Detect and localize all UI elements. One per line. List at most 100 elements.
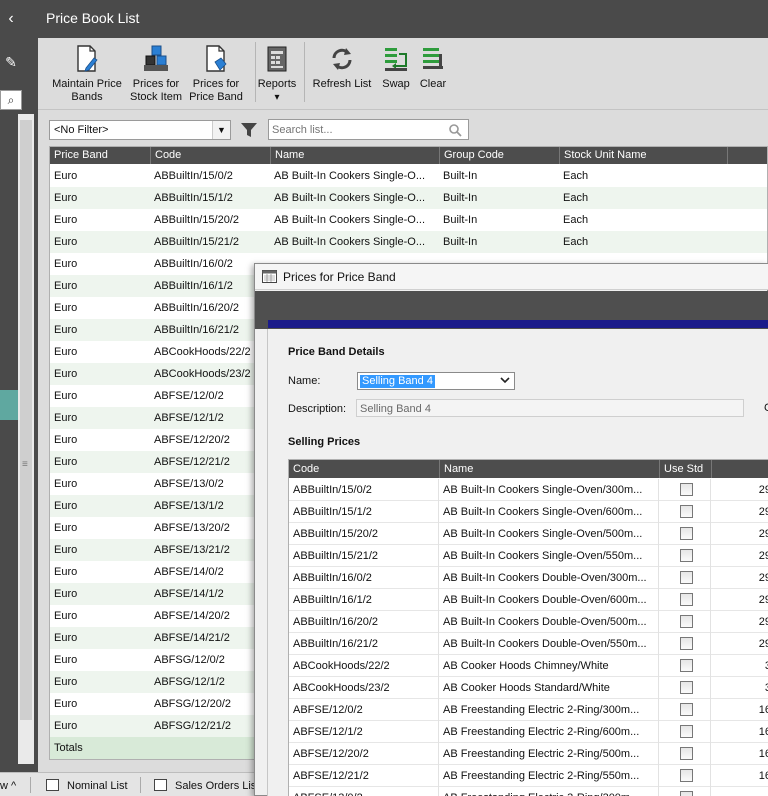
chevron-down-icon[interactable]: ▼ [212,121,230,139]
refresh-list-button[interactable]: Refresh List [310,42,374,106]
filter-funnel-icon[interactable] [240,121,258,139]
use-std-checkbox[interactable] [680,593,693,606]
price-band-cell: Euro [54,522,78,534]
table-row[interactable]: ABBuiltIn/15/21/2 AB Built-In Cookers Sin… [289,545,768,567]
code-cell: ABBuiltIn/16/1/2 [289,589,439,611]
price-cell[interactable]: 29 [711,589,768,611]
code-cell: ABFSE/12/21/2 [154,456,230,468]
price-cell[interactable]: 3 [711,677,768,699]
table-row[interactable]: ABCookHoods/22/2 AB Cooker Hoods Chimney/… [289,655,768,677]
price-cell[interactable]: 16 [711,743,768,765]
price-cell[interactable]: 29 [711,523,768,545]
pencil-icon[interactable]: ✎ [2,54,20,74]
price-cell[interactable]: 16 [711,699,768,721]
table-row[interactable]: Euro ABBuiltIn/15/20/2 AB Built-In Cookers… [50,209,767,231]
use-std-checkbox[interactable] [680,527,693,540]
filter-select[interactable]: <No Filter> ▼ [49,120,231,140]
use-std-checkbox[interactable] [680,703,693,716]
price-band-cell: Euro [54,214,78,226]
column-header-group-code[interactable]: Group Code [439,147,559,164]
table-row[interactable]: ABFSE/12/20/2 AB Freestanding Electric 2-… [289,743,768,765]
use-std-checkbox[interactable] [680,659,693,672]
rail-search-icon[interactable]: ⌕ [0,90,22,110]
price-cell[interactable]: 29 [711,611,768,633]
column-header-code[interactable]: Code [289,460,439,478]
column-header-price-band[interactable]: Price Band [50,147,150,164]
prices-for-stock-item-label: Prices for Stock Item [130,78,182,103]
price-cell[interactable]: 29 [711,501,768,523]
code-cell: ABFSE/12/1/2 [154,412,224,424]
use-std-checkbox[interactable] [680,549,693,562]
swap-button[interactable]: Swap [378,42,414,106]
code-cell: ABFSE/14/1/2 [154,588,224,600]
reports-chevron-icon[interactable]: ▾ [274,92,279,103]
taskbar-tab-sales-orders[interactable]: Sales Orders Lis [154,777,256,795]
table-row[interactable]: ABFSE/13/0/2AB Freestanding Electric 3-R… [289,787,768,796]
price-cell[interactable]: 16 [711,721,768,743]
prices-for-price-band-button[interactable]: Prices for Price Band [186,42,246,106]
table-row[interactable]: ABFSE/12/1/2 AB Freestanding Electric 2-R… [289,721,768,743]
collapse-chevron-icon[interactable]: ‹ [0,0,22,38]
description-field[interactable]: Selling Band 4 [356,399,744,417]
search-icon[interactable] [448,123,462,137]
column-header-name[interactable]: Name [439,460,659,478]
dialog-title-bar[interactable]: Prices for Price Band [255,264,768,290]
table-row[interactable]: ABBuiltIn/16/0/2 AB Built-In Cookers Doub… [289,567,768,589]
table-row[interactable]: ABBuiltIn/16/20/2 AB Built-In Cookers Dou… [289,611,768,633]
use-std-checkbox[interactable] [680,505,693,518]
chevron-down-icon[interactable] [500,375,510,385]
use-std-checkbox[interactable] [680,747,693,760]
use-std-checkbox[interactable] [680,571,693,584]
table-row[interactable]: ABBuiltIn/16/1/2 AB Built-In Cookers Doub… [289,589,768,611]
name-cell: AB Freestanding Electric 3-Ring/300m... [439,787,659,796]
dialog-accent-bar [268,320,768,328]
table-row[interactable]: Euro ABBuiltIn/15/21/2 AB Built-In Cookers… [50,231,767,253]
table-row[interactable]: ABFSE/12/21/2 AB Freestanding Electric 2-… [289,765,768,787]
use-std-checkbox[interactable] [680,615,693,628]
stock-unit-cell: Each [563,236,589,248]
name-cell: AB Built-In Cookers Double-Oven/600m... [439,589,659,611]
price-cell[interactable]: 29 [711,479,768,501]
selling-prices-grid: Code Name Use Std ABBuiltIn/15/0/2 AB Bui… [288,459,768,796]
taskbar-tab-partial[interactable]: w ^ [0,777,16,795]
title-bar: Price Book List [38,0,768,38]
table-row[interactable]: Euro ABBuiltIn/15/0/2 AB Built-In Cookers … [50,165,767,187]
use-std-checkbox[interactable] [680,769,693,782]
name-cell: AB Built-In Cookers Single-Oven/500m... [439,523,659,545]
use-std-checkbox[interactable] [680,681,693,694]
search-box[interactable] [268,119,469,140]
search-input[interactable] [272,122,442,137]
table-row[interactable]: Euro ABBuiltIn/15/1/2 AB Built-In Cookers … [50,187,767,209]
price-band-name-select[interactable]: Selling Band 4 [357,372,515,390]
table-row[interactable]: ABFSE/12/0/2 AB Freestanding Electric 2-R… [289,699,768,721]
table-row[interactable]: ABBuiltIn/15/0/2 AB Built-In Cookers Sing… [289,479,768,501]
clear-button[interactable]: Clear [416,42,450,106]
maintain-price-bands-button[interactable]: Maintain Price Bands [52,42,122,106]
column-header-stock-unit-name[interactable]: Stock Unit Name [559,147,727,164]
table-row[interactable]: ABCookHoods/23/2 AB Cooker Hoods Standard… [289,677,768,699]
rail-scroll-thumb[interactable] [20,120,32,720]
price-cell[interactable]: 3 [711,655,768,677]
price-cell[interactable]: 29 [711,633,768,655]
use-std-checkbox[interactable] [680,483,693,496]
column-header-code[interactable]: Code [150,147,270,164]
price-cell[interactable] [711,787,768,796]
price-cell[interactable]: 29 [711,567,768,589]
table-row[interactable]: ABBuiltIn/15/1/2 AB Built-In Cookers Sing… [289,501,768,523]
rail-scrollbar[interactable]: ≡ [18,114,34,764]
price-cell[interactable]: 16 [711,765,768,787]
column-header-price[interactable] [711,460,768,478]
code-cell: ABFSE/12/1/2 [289,721,439,743]
column-header-name[interactable]: Name [270,147,439,164]
use-std-checkbox[interactable] [680,791,693,796]
use-std-checkbox[interactable] [680,725,693,738]
table-row[interactable]: ABBuiltIn/15/20/2 AB Built-In Cookers Sin… [289,523,768,545]
table-row[interactable]: ABBuiltIn/16/21/2 AB Built-In Cookers Dou… [289,633,768,655]
price-cell[interactable]: 29 [711,545,768,567]
taskbar-tab-nominal-list[interactable]: Nominal List [46,777,128,795]
prices-for-stock-item-button[interactable]: Prices for Stock Item [126,42,186,106]
use-std-checkbox[interactable] [680,637,693,650]
group-code-cell: Built-In [443,214,478,226]
column-header-use-std[interactable]: Use Std [659,460,711,478]
reports-button[interactable]: Reports ▾ [254,42,300,106]
